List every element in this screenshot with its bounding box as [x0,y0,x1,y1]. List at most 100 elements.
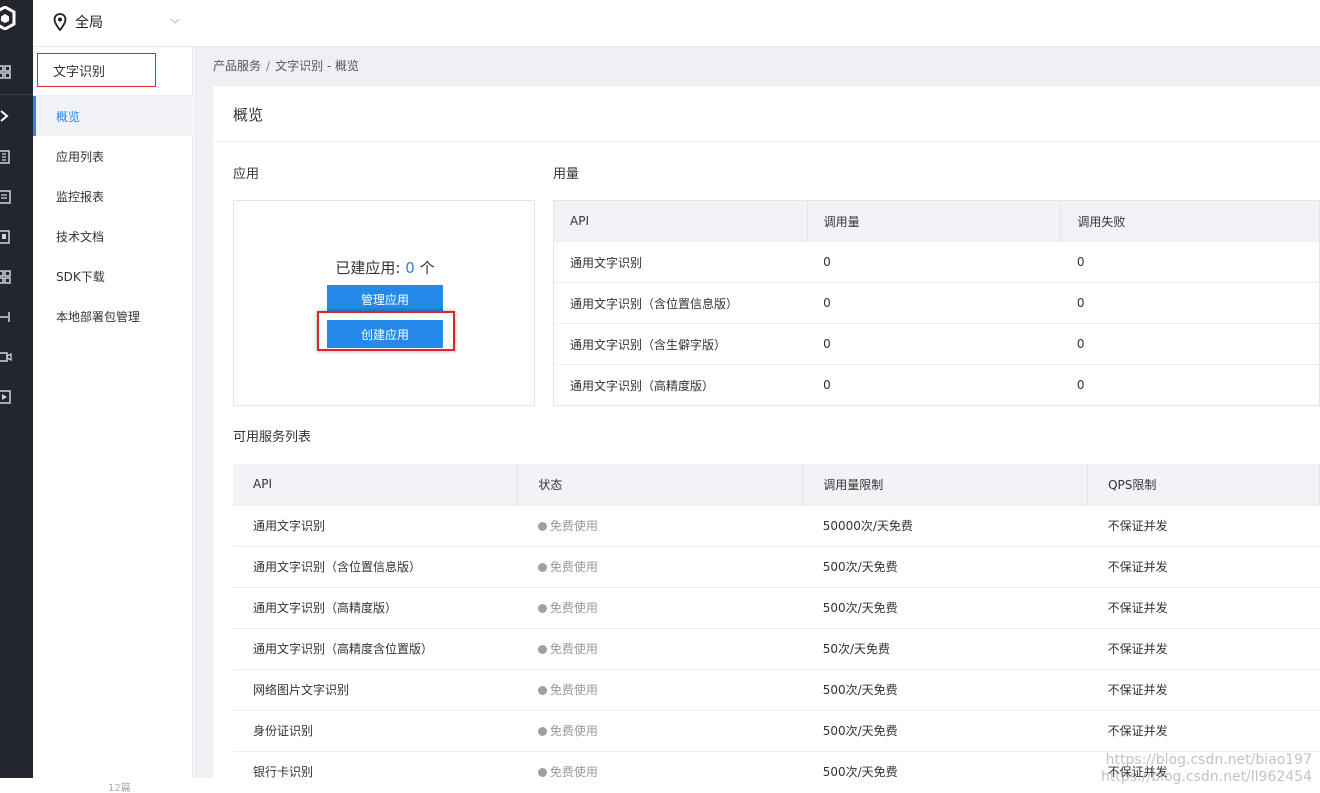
breadcrumb-root[interactable]: 产品服务 [213,59,261,73]
table-cell: 通用文字识别（高精度版） [233,586,518,628]
manage-app-button[interactable]: 管理应用 [327,285,443,313]
top-bar: 全局 [33,0,1320,47]
table-row: 身份证识别 免费使用 500次/天免费 不保证并发 [233,709,1320,751]
table-cell: 通用文字识别 [233,504,518,546]
table-cell: 不保证并发 [1087,586,1320,628]
status-text: 免费使用 [549,601,598,615]
app-count-value: 0 [405,259,415,277]
status-dot-icon [537,727,547,736]
table-cell: 500次/天免费 [802,586,1088,628]
page-title: 概览 [233,106,264,124]
logo-icon[interactable] [0,6,16,30]
column-header: 调用量 [807,200,1062,242]
table-cell: 50次/天免费 [802,627,1088,669]
column-header: 调用量限制 [802,464,1089,505]
table-cell: 网络图片文字识别 [233,668,518,710]
status-text: 免费使用 [549,724,598,738]
table-cell: 通用文字识别（含位置信息版） [553,282,808,324]
status-text: 免费使用 [549,683,598,697]
status-text: 免费使用 [549,560,598,574]
table-cell: 通用文字识别（含位置信息版） [233,545,518,587]
table-cell: 0 [807,323,1061,365]
table-cell: 0 [807,241,1061,283]
table-cell: 0 [807,364,1061,406]
card-divider [213,141,1320,142]
table-header-row: API 状态 调用量限制 QPS限制 [233,464,1320,505]
rail-divider [0,94,33,95]
table-cell: 通用文字识别（含生僻字版） [553,323,808,365]
usage-table: API 调用量 调用失败 通用文字识别 0 0 通用文字识别（含位置信息版） 0… [553,200,1320,406]
table-cell: 500次/天免费 [802,545,1088,587]
app-summary-box: 已建应用: 0 个 管理应用 创建应用 [233,200,535,406]
document-icon[interactable] [0,189,12,205]
status-cell: 免费使用 [517,668,803,710]
product-title: 文字识别 [37,53,156,87]
table-row: 通用文字识别 免费使用 50000次/天免费 不保证并发 [233,504,1320,546]
status-text: 免费使用 [549,642,598,656]
column-header: API [553,200,808,242]
column-header: 状态 [517,464,804,505]
status-cell: 免费使用 [517,586,803,628]
table-header-row: API 调用量 调用失败 [553,200,1320,242]
building-icon[interactable] [0,149,12,165]
create-app-button[interactable]: 创建应用 [327,320,443,348]
grid-icon[interactable] [0,64,12,80]
grid-icon[interactable] [0,269,12,285]
table-row: 通用文字识别（高精度含位置版） 免费使用 50次/天免费 不保证并发 [233,627,1320,669]
chevron-down-icon[interactable] [169,15,181,27]
table-row: 通用文字识别（含位置信息版） 0 0 [553,282,1320,324]
overview-card: 概览 应用 用量 已建应用: 0 个 管理应用 创建应用 API 调用量 调用失… [213,86,1320,792]
table-cell: 0 [1060,323,1320,365]
sidebar-item-sdk-download[interactable]: SDK下载 [33,256,193,296]
watermark: https://blog.csdn.net/biao197 https://bl… [1101,752,1312,786]
play-icon[interactable] [0,389,12,405]
status-dot-icon [537,522,547,531]
location-pin-icon [53,13,67,31]
table-cell: 500次/天免费 [802,668,1088,710]
status-dot-icon [537,645,547,654]
breadcrumb-separator: / [266,59,271,73]
service-table: API 状态 调用量限制 QPS限制 通用文字识别 免费使用 50000次/天免… [233,464,1320,792]
network-icon[interactable] [0,309,12,325]
usage-section-label: 用量 [553,167,580,182]
status-cell: 免费使用 [517,627,803,669]
breadcrumb-current: 文字识别 - 概览 [275,59,360,73]
table-cell: 0 [1060,364,1320,406]
chevron-right-icon[interactable] [0,108,12,124]
table-cell: 不保证并发 [1087,709,1320,751]
table-row: 通用文字识别 0 0 [553,241,1320,283]
sidebar-item-monitor-report[interactable]: 监控报表 [33,176,193,216]
video-icon[interactable] [0,349,12,365]
watermark-line: https://blog.csdn.net/biao197 [1105,752,1312,768]
status-dot-icon [537,768,547,778]
table-cell: 0 [807,282,1061,324]
region-label: 全局 [75,15,103,31]
status-cell: 免费使用 [517,504,803,546]
sidebar-item-overview[interactable]: 概览 [33,96,193,136]
watermark-line: https://blog.csdn.net/ll962454 [1101,769,1312,785]
table-cell: 通用文字识别（高精度版） [553,364,808,406]
table-cell: 不保证并发 [1087,504,1320,546]
table-row: 通用文字识别（高精度版） 0 0 [553,364,1320,406]
table-row: 通用文字识别（高精度版） 免费使用 500次/天免费 不保证并发 [233,586,1320,628]
table-row: 通用文字识别（含位置信息版） 免费使用 500次/天免费 不保证并发 [233,545,1320,587]
table-cell: 不保证并发 [1087,627,1320,669]
sidebar-item-local-deploy[interactable]: 本地部署包管理 [33,296,193,336]
table-cell: 500次/天免费 [802,709,1088,751]
table-row: 通用文字识别（含生僻字版） 0 0 [553,323,1320,365]
sidebar-item-app-list[interactable]: 应用列表 [33,136,193,176]
region-selector[interactable]: 全局 [53,12,180,32]
status-cell: 免费使用 [517,709,803,751]
app-count-text: 已建应用: 0 个 [234,257,536,278]
product-sidebar: 文字识别 概览 应用列表 监控报表 技术文档 SDK下载 本地部署包管理 [33,47,193,778]
table-cell: 0 [1060,241,1320,283]
page-info: 12篇 [108,783,131,793]
app-count-unit: 个 [419,259,435,277]
sidebar-item-tech-docs[interactable]: 技术文档 [33,216,193,256]
status-text: 免费使用 [549,519,598,533]
column-header: QPS限制 [1087,464,1320,505]
app-section-label: 应用 [233,167,260,182]
status-dot-icon [537,686,547,695]
book-icon[interactable] [0,229,12,245]
column-header: 调用失败 [1060,200,1320,242]
